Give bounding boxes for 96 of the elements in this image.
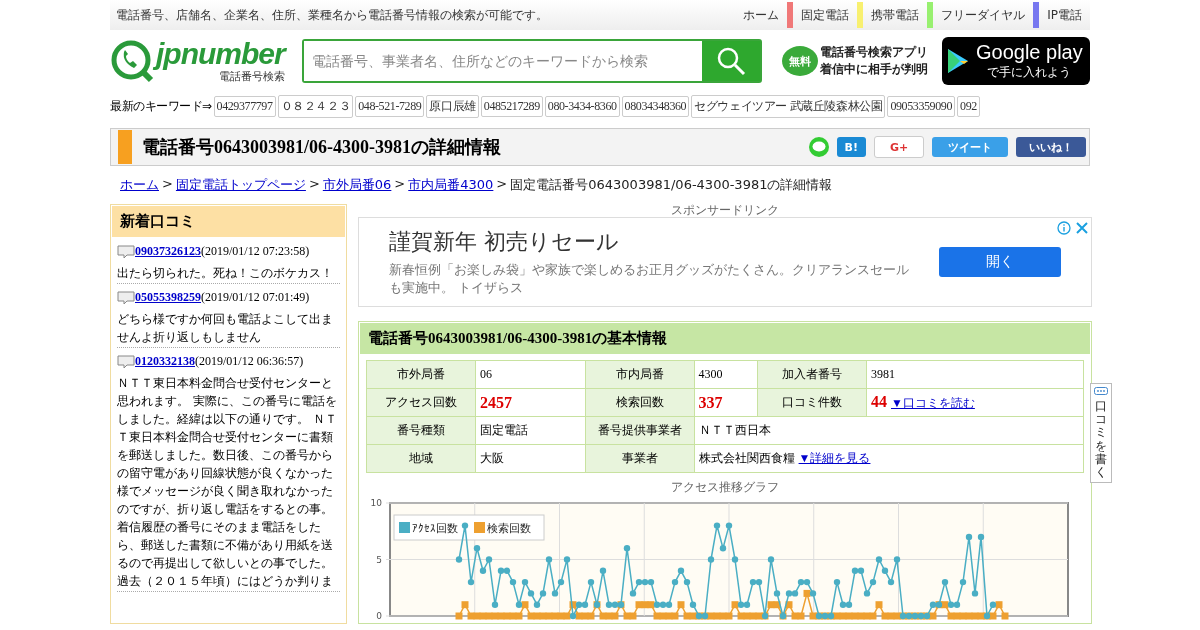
- y-tick-label: 0: [376, 611, 383, 621]
- breadcrumb-text: 固定電話番号0643003981/06-4300-3981の詳細情報: [510, 176, 833, 194]
- review-date: (2019/01/12 07:01:49): [201, 290, 310, 305]
- nav-link[interactable]: ホーム: [735, 2, 788, 28]
- breadcrumb-text: >: [308, 176, 320, 193]
- speech-bubble-icon: [117, 354, 135, 369]
- share-button[interactable]: G+: [874, 136, 924, 158]
- speech-bubble-icon: [1094, 387, 1108, 397]
- breadcrumb-link[interactable]: 固定電話トップページ: [175, 176, 306, 194]
- label-cell: 地域: [366, 444, 476, 473]
- review-text: どちら様ですか何回も電話よこして出ませんよ折り返しもしません: [117, 310, 340, 348]
- nav-link[interactable]: 携帯電話: [857, 2, 928, 28]
- share-button[interactable]: B!: [836, 137, 866, 157]
- keyword-link[interactable]: 08034348360: [621, 95, 690, 117]
- legend-label: 検索回数: [487, 522, 531, 535]
- nav-link[interactable]: 固定電話: [787, 2, 858, 28]
- count-value: 2457: [480, 393, 512, 411]
- label-cell: 検索回数: [585, 388, 695, 417]
- keyword-link[interactable]: セグウェイツアー 武蔵丘陵森林公園: [691, 94, 886, 118]
- play-icon: [946, 48, 970, 74]
- promo-text: 電話番号検索アプリ: [820, 44, 928, 61]
- value-text: 固定電話: [480, 423, 528, 437]
- label-cell: 市外局番: [366, 360, 476, 389]
- keyword-link[interactable]: 0485217289: [480, 95, 543, 117]
- speech-bubble-icon: [117, 290, 135, 305]
- count-value: 337: [698, 393, 723, 411]
- legend-item: 検索回数: [474, 522, 531, 535]
- y-tick: 10: [370, 498, 1069, 508]
- label-cell: 加入者番号: [757, 360, 867, 389]
- breadcrumb-link[interactable]: 市外局番06: [322, 176, 392, 194]
- review-text: ＮＴＴ東日本料金問合せ受付センターと思われます。 実際に、この番号に電話をしました。経緯は以下の通りです。 ＮＴＴ東日本料金問合せ受付センターに書類を郵送しました。数日後、この番号からの留守電があり回線状態が良くなかった様でメッセージが良く聞き取れなかったのですが、折り返し電話をするとの事。着信履歴の番号にそのまま電話をしたら、郵送した書類に不備があり用紙を送るので再提出して欲しいとの事でした。過去（２０１５年頃）にはどうか判りま: [117, 374, 340, 592]
- value-text: 4300: [698, 367, 723, 381]
- ad-headline: 謹賀新年 初売りセール: [389, 228, 620, 256]
- keyword-link[interactable]: 092: [957, 95, 980, 117]
- label-cell: 市内局番: [585, 360, 695, 389]
- phone-link[interactable]: 09037326123: [135, 244, 201, 259]
- keywords-label: 最新のキーワード⇒: [110, 97, 212, 115]
- value-text: 06: [480, 367, 492, 381]
- promo-text: 着信中に相手が判明: [820, 61, 928, 78]
- ad-body: 新春恒例「お楽しみ袋」や家族で楽しめるお正月グッズがたくさん。クリアランスセールも実施中。 トイザらス: [389, 261, 909, 297]
- value-text: ＮＴＴ西日本: [698, 423, 771, 437]
- keyword-link[interactable]: 080-3434-8360: [544, 95, 620, 117]
- y-tick-label: 10: [370, 498, 383, 508]
- review-date: (2019/01/12 07:23:58): [201, 244, 310, 259]
- store-badge[interactable]: Google play で手に入れよう: [942, 37, 1090, 85]
- count-value: 44: [871, 393, 887, 410]
- keyword-link[interactable]: 09053359090: [887, 95, 956, 117]
- label-cell: 番号種類: [366, 416, 476, 445]
- keyword-link[interactable]: 048-521-7289: [355, 95, 425, 117]
- breadcrumb-link[interactable]: 市内局番4300: [408, 176, 494, 194]
- label-cell: 番号提供事業者: [585, 416, 695, 445]
- free-badge: 無料: [782, 46, 818, 76]
- y-tick: 5: [376, 554, 1069, 565]
- speech-bubble-icon: [117, 244, 135, 259]
- keyword-link[interactable]: 0429377797: [213, 95, 276, 117]
- phone-link[interactable]: 0120332138: [135, 354, 195, 369]
- nav-link[interactable]: IP電話: [1033, 2, 1090, 28]
- legend-label: ｱｸｾｽ回数: [412, 522, 458, 535]
- keyword-link[interactable]: 原口辰雄: [426, 94, 479, 118]
- review-text: 出たら切られた。死ね！このボケカス！: [117, 264, 340, 284]
- label-cell: 口コミ件数: [757, 388, 867, 417]
- y-tick-label: 5: [376, 554, 382, 565]
- phone-logo-icon: [110, 39, 154, 83]
- detail-link[interactable]: ▼詳細を見る: [798, 451, 871, 465]
- share-button[interactable]: いいね！: [1016, 137, 1086, 157]
- breadcrumb-link[interactable]: ホーム: [120, 176, 159, 194]
- label-cell: 事業者: [585, 444, 695, 473]
- search-button[interactable]: [702, 41, 760, 81]
- logo-subtitle: 電話番号検索: [218, 69, 285, 84]
- close-icon[interactable]: [1075, 221, 1089, 235]
- tagline: 電話番号、店舗名、企業名、住所、業種名から電話番号情報の検索が可能です。: [115, 6, 548, 24]
- page-title: 電話番号0643003981/06-4300-3981の詳細情報: [142, 136, 502, 159]
- panel-heading: 新着口コミ: [112, 206, 345, 237]
- value-text: 3981: [871, 367, 895, 381]
- info-icon[interactable]: [1057, 221, 1071, 235]
- y-tick: 0: [376, 611, 1069, 621]
- side-tab[interactable]: 口コミを書く: [1090, 383, 1112, 484]
- label-cell: アクセス回数: [366, 388, 476, 417]
- nav-link[interactable]: フリーダイヤル: [927, 2, 1034, 28]
- search-icon: [716, 46, 746, 76]
- breadcrumb-text: >: [394, 176, 406, 193]
- review-date: (2019/01/12 06:36:57): [195, 354, 304, 369]
- ad-label: スポンサードリンク: [670, 204, 780, 217]
- keyword-link[interactable]: ０８２４２３: [277, 94, 354, 118]
- detail-link[interactable]: ▼口コミを読む: [891, 396, 975, 410]
- panel-heading: 電話番号0643003981/06-4300-3981の基本情報: [360, 323, 1090, 354]
- search-field[interactable]: 電話番号、事業者名、住所などのキーワードから検索: [302, 39, 762, 83]
- chart-title: アクセス推移グラフ: [670, 479, 780, 496]
- open-button[interactable]: 開く: [939, 247, 1061, 277]
- title-marker: [118, 130, 132, 164]
- value-text: 大阪: [480, 451, 504, 465]
- phone-link[interactable]: 05055398259: [135, 290, 201, 305]
- legend-item: ｱｸｾｽ回数: [399, 522, 458, 535]
- value-text: 株式会社関西食糧: [698, 451, 795, 465]
- breadcrumb-text: >: [496, 176, 508, 193]
- breadcrumb-text: >: [162, 176, 173, 193]
